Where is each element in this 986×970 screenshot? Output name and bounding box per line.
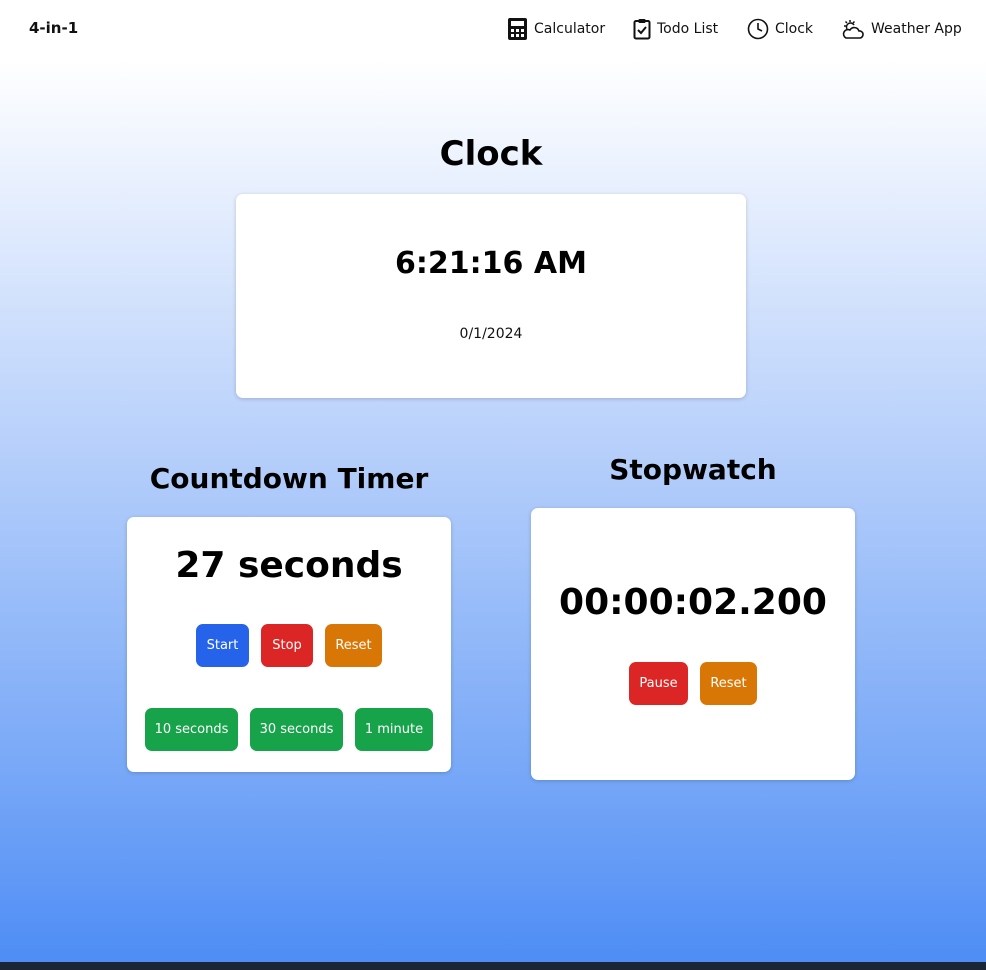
clock-heading: Clock bbox=[439, 134, 543, 174]
stopwatch-heading: Stopwatch bbox=[609, 453, 777, 486]
nav-item-label: Clock bbox=[775, 21, 814, 37]
top-navbar: 4-in-1 Calculator Todo List Clock Weathe… bbox=[0, 0, 986, 58]
clock-time: 6:21:16 AM bbox=[395, 246, 587, 281]
os-taskbar bbox=[0, 962, 986, 970]
countdown-heading: Countdown Timer bbox=[149, 462, 429, 495]
countdown-value: 27 seconds bbox=[175, 545, 403, 586]
countdown-stop-button[interactable]: Stop bbox=[261, 624, 313, 667]
stopwatch-pause-button[interactable]: Pause bbox=[629, 662, 688, 705]
nav-item-weather-app[interactable]: Weather App bbox=[841, 16, 962, 42]
stopwatch-card: 00:00:02.200 Pause Reset bbox=[531, 508, 855, 780]
clock-card: 6:21:16 AM 0/1/2024 bbox=[236, 194, 746, 398]
preset-1-minute-button[interactable]: 1 minute bbox=[355, 708, 433, 751]
clipboard-check-icon bbox=[633, 18, 651, 40]
nav-item-label: Todo List bbox=[657, 21, 719, 37]
cloud-sun-icon bbox=[841, 18, 865, 40]
nav-item-calculator[interactable]: Calculator bbox=[507, 16, 605, 42]
calculator-icon bbox=[507, 17, 528, 41]
clock-date: 0/1/2024 bbox=[459, 326, 523, 342]
nav-item-label: Calculator bbox=[534, 21, 606, 37]
brand-logo-text[interactable]: 4-in-1 bbox=[29, 19, 78, 37]
nav-item-clock[interactable]: Clock bbox=[747, 16, 813, 42]
countdown-start-button[interactable]: Start bbox=[196, 624, 249, 667]
nav-item-todo-list[interactable]: Todo List bbox=[633, 16, 718, 42]
countdown-card: 27 seconds Start Stop Reset 10 seconds 3… bbox=[127, 517, 451, 772]
countdown-reset-button[interactable]: Reset bbox=[325, 624, 382, 667]
stopwatch-value: 00:00:02.200 bbox=[559, 582, 827, 623]
stopwatch-reset-button[interactable]: Reset bbox=[700, 662, 757, 705]
nav-item-label: Weather App bbox=[871, 21, 962, 37]
clock-icon bbox=[747, 18, 769, 40]
preset-30-seconds-button[interactable]: 30 seconds bbox=[250, 708, 343, 751]
preset-10-seconds-button[interactable]: 10 seconds bbox=[145, 708, 238, 751]
